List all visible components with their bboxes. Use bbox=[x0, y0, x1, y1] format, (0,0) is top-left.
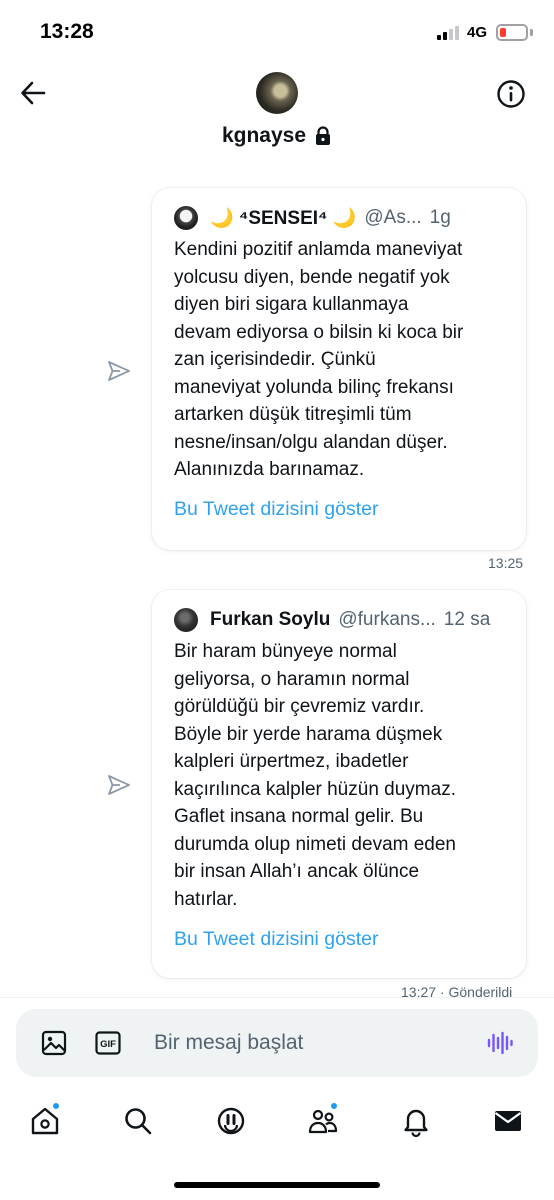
tweet-age: 1g bbox=[429, 207, 451, 228]
image-icon bbox=[41, 1030, 67, 1056]
notification-dot bbox=[52, 1102, 60, 1110]
bell-icon bbox=[404, 1109, 428, 1137]
gif-label: GIF bbox=[100, 1039, 116, 1050]
spaces-icon bbox=[217, 1107, 245, 1135]
back-button[interactable] bbox=[16, 76, 50, 110]
tab-search[interactable] bbox=[119, 1102, 157, 1140]
add-gif-button[interactable]: GIF bbox=[94, 1029, 122, 1057]
battery-icon bbox=[496, 24, 528, 41]
tab-messages[interactable] bbox=[489, 1102, 527, 1140]
tweet-author-handle: @As... bbox=[364, 207, 422, 228]
tweet-header: Furkan Soylu @furkans... 12 sa bbox=[174, 608, 508, 632]
message-composer: GIF bbox=[16, 1009, 538, 1077]
tweet-author-name: Furkan Soylu bbox=[210, 609, 331, 630]
share-tweet-button[interactable] bbox=[106, 358, 132, 384]
voice-waveform-icon bbox=[487, 1031, 513, 1055]
tab-spaces[interactable] bbox=[212, 1102, 250, 1140]
send-icon bbox=[108, 775, 130, 795]
status-time: 13:28 bbox=[40, 20, 94, 43]
conversation-info-button[interactable] bbox=[494, 77, 528, 111]
voice-message-button[interactable] bbox=[486, 1029, 514, 1057]
show-thread-link[interactable]: Bu Tweet dizisini göster bbox=[174, 928, 379, 951]
show-thread-link[interactable]: Bu Tweet dizisini göster bbox=[174, 498, 379, 521]
tweet-author-avatar bbox=[174, 608, 198, 632]
username: kgnayse bbox=[221, 124, 307, 147]
network-type: 4G bbox=[467, 24, 488, 41]
share-tweet-button[interactable] bbox=[106, 772, 132, 798]
tab-notifications[interactable] bbox=[397, 1102, 435, 1140]
search-icon bbox=[125, 1108, 152, 1135]
arrow-left-icon bbox=[21, 81, 46, 105]
shared-tweet-card[interactable]: 🌙 ⁴SENSEI⁴ 🌙 @As... 1g Kendini pozitif a… bbox=[152, 188, 526, 550]
info-circle-icon bbox=[497, 80, 525, 108]
add-photo-button[interactable] bbox=[40, 1029, 68, 1057]
message-input[interactable] bbox=[154, 1027, 454, 1059]
tweet-author-handle: @furkans... bbox=[338, 609, 436, 630]
tweet-age: 12 sa bbox=[443, 609, 491, 630]
tweet-text: Kendini pozitif anlamda maneviyat yolcus… bbox=[174, 239, 464, 480]
shared-tweet-card[interactable]: Furkan Soylu @furkans... 12 sa Bir haram… bbox=[152, 590, 526, 978]
tweet-author-name: 🌙 ⁴SENSEI⁴ 🌙 bbox=[210, 208, 357, 229]
tweet-header: 🌙 ⁴SENSEI⁴ 🌙 @As... 1g bbox=[174, 206, 508, 230]
composer-divider bbox=[0, 997, 554, 998]
notification-dot bbox=[330, 1102, 338, 1110]
cellular-signal-icon bbox=[437, 26, 463, 40]
status-bar: 13:28 4G bbox=[0, 0, 554, 64]
conversation-title[interactable]: kgnayse bbox=[0, 124, 554, 148]
mail-icon bbox=[494, 1111, 522, 1131]
lock-icon bbox=[316, 126, 331, 145]
tab-communities[interactable] bbox=[304, 1102, 342, 1140]
home-indicator bbox=[174, 1182, 380, 1188]
tab-home[interactable] bbox=[26, 1102, 64, 1140]
gif-icon: GIF bbox=[95, 1031, 121, 1055]
send-icon bbox=[108, 361, 130, 381]
message-timestamp: 13:25 bbox=[488, 555, 524, 571]
avatar[interactable] bbox=[256, 72, 298, 114]
tweet-text: Bir haram bünyeye normal geliyorsa, o ha… bbox=[174, 641, 457, 910]
tweet-author-avatar bbox=[174, 206, 198, 230]
